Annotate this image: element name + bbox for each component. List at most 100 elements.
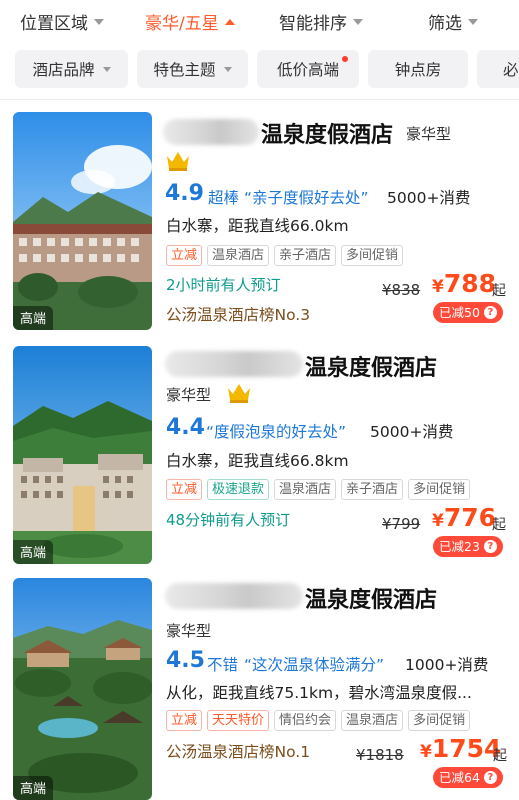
- hotel-photo[interactable]: 高端: [13, 578, 152, 800]
- tag-list: 立减 天天特价 情侣约会 温泉酒店 多间促销: [166, 710, 471, 731]
- filter-star-level[interactable]: 豪华/五星: [145, 9, 235, 34]
- chip-theme[interactable]: 特色主题: [137, 50, 248, 88]
- photo-tag: 高端: [13, 306, 54, 330]
- filter-sort-label: 智能排序: [279, 14, 347, 34]
- photo-tag: 高端: [13, 776, 54, 800]
- hotel-photo[interactable]: 高端: [13, 112, 152, 330]
- tag: 立减: [166, 245, 203, 266]
- rating-level: 超棒: [208, 189, 240, 207]
- discount-badge[interactable]: 已减50 ?: [433, 302, 503, 323]
- tag: 立减: [166, 479, 203, 500]
- tag-list: 立减 温泉酒店 亲子酒店 多间促销: [166, 245, 404, 266]
- hotel-photo-image: [13, 112, 152, 330]
- tag: 情侣约会: [274, 710, 337, 731]
- tag: 极速退款: [207, 479, 270, 500]
- tag: 温泉酒店: [274, 479, 337, 500]
- rating-level: 不错: [207, 656, 239, 674]
- discount-text: 已减64: [439, 770, 480, 785]
- hotel-name: 温泉度假酒店: [305, 356, 438, 381]
- chip-must[interactable]: 必: [477, 50, 519, 88]
- original-price: ¥799: [382, 515, 421, 533]
- price-suffix: 起: [492, 283, 506, 299]
- chevron-down-icon: [223, 66, 232, 72]
- current-price: ¥788: [432, 269, 496, 298]
- hotel-name-blurred: [165, 583, 303, 609]
- location-distance: 白水寨，距我直线66.8km: [166, 452, 349, 470]
- price-suffix: 起: [492, 517, 506, 533]
- current-price: ¥1754: [420, 734, 501, 763]
- filter-location-label: 位置区域: [20, 14, 88, 34]
- tag: 亲子酒店: [274, 245, 337, 266]
- chip-hotel-brand-label: 酒店品牌: [32, 61, 95, 79]
- filter-more[interactable]: 筛选: [428, 9, 478, 34]
- currency-symbol: ¥: [420, 742, 432, 762]
- quick-filter-chips: 酒店品牌 特色主题 低价高端 钟点房 必: [0, 46, 519, 92]
- hotel-grade: 豪华型: [166, 386, 212, 404]
- review-quote: “亲子度假好去处”: [244, 189, 369, 207]
- question-icon: ?: [483, 306, 497, 319]
- chevron-down-icon: [102, 66, 111, 72]
- chip-hourly-room-label: 钟点房: [394, 61, 442, 79]
- review-quote: “度假泡泉的好去处”: [206, 423, 347, 441]
- question-icon: ?: [483, 771, 497, 784]
- filter-bar: 位置区域 豪华/五星 智能排序 筛选: [0, 0, 519, 42]
- ranking-badge[interactable]: 公汤温泉酒店榜No.1: [166, 740, 310, 762]
- discount-text: 已减50: [439, 305, 480, 320]
- chevron-down-icon: [353, 18, 363, 25]
- divider: [0, 99, 519, 100]
- photo-tag: 高端: [13, 540, 54, 564]
- consumption-count: 5000+消费: [370, 423, 454, 441]
- chip-hourly-room[interactable]: 钟点房: [368, 50, 468, 88]
- question-icon: ?: [483, 540, 497, 553]
- discount-badge[interactable]: 已减23 ?: [433, 536, 503, 557]
- recent-booking: 2小时前有人预订: [166, 276, 281, 294]
- filter-star-level-label: 豪华/五星: [145, 14, 219, 34]
- hotel-name: 温泉度假酒店: [305, 588, 438, 613]
- tag: 温泉酒店: [207, 245, 270, 266]
- tag: 多间促销: [341, 245, 404, 266]
- tag-list: 立减 极速退款 温泉酒店 亲子酒店 多间促销: [166, 479, 471, 500]
- location-distance: 从化，距我直线75.1km，碧水湾温泉度假...: [166, 684, 472, 702]
- original-price: ¥838: [382, 281, 421, 299]
- tag: 立减: [166, 710, 203, 731]
- discount-badge[interactable]: 已减64 ?: [433, 767, 503, 788]
- tag: 多间促销: [408, 479, 471, 500]
- rating-score: 4.4: [166, 415, 205, 440]
- chevron-down-icon: [468, 18, 478, 25]
- hotel-photo-image: [13, 578, 152, 800]
- consumption-count: 1000+消费: [405, 656, 489, 674]
- price-value: 1754: [431, 734, 502, 763]
- tag: 温泉酒店: [341, 710, 404, 731]
- tag: 天天特价: [207, 710, 270, 731]
- price-suffix: 起: [493, 748, 507, 764]
- original-price: ¥1818: [356, 746, 404, 764]
- ranking-badge[interactable]: 公汤温泉酒店榜No.3: [166, 303, 310, 325]
- chevron-down-icon: [94, 18, 104, 25]
- discount-text: 已减23: [439, 539, 480, 554]
- filter-more-label: 筛选: [428, 14, 462, 34]
- review-quote: “这次温泉体验满分”: [244, 656, 385, 674]
- hotel-photo-image: [13, 346, 152, 564]
- chip-must-label: 必: [503, 61, 519, 79]
- chip-theme-label: 特色主题: [153, 61, 216, 79]
- chevron-up-icon: [224, 18, 235, 25]
- filter-location[interactable]: 位置区域: [20, 9, 104, 34]
- current-price: ¥776: [432, 503, 496, 532]
- rating-score: 4.9: [165, 181, 204, 206]
- hotel-name-blurred: [163, 119, 259, 145]
- consumption-count: 5000+消费: [387, 189, 471, 207]
- tag: 亲子酒店: [341, 479, 404, 500]
- price-value: 776: [443, 503, 497, 532]
- recent-booking: 48分钟前有人预订: [166, 511, 291, 529]
- rating-score: 4.5: [166, 648, 205, 673]
- hotel-grade: 豪华型: [406, 125, 452, 143]
- hotel-photo[interactable]: 高端: [13, 346, 152, 564]
- hotel-name: 温泉度假酒店: [261, 123, 394, 148]
- new-dot-icon: [342, 56, 348, 62]
- currency-symbol: ¥: [432, 511, 444, 531]
- chip-hotel-brand[interactable]: 酒店品牌: [15, 50, 128, 88]
- tag: 多间促销: [408, 710, 471, 731]
- chip-low-price-high-end[interactable]: 低价高端: [257, 50, 359, 88]
- filter-sort[interactable]: 智能排序: [279, 9, 363, 34]
- crown-icon: [228, 384, 250, 403]
